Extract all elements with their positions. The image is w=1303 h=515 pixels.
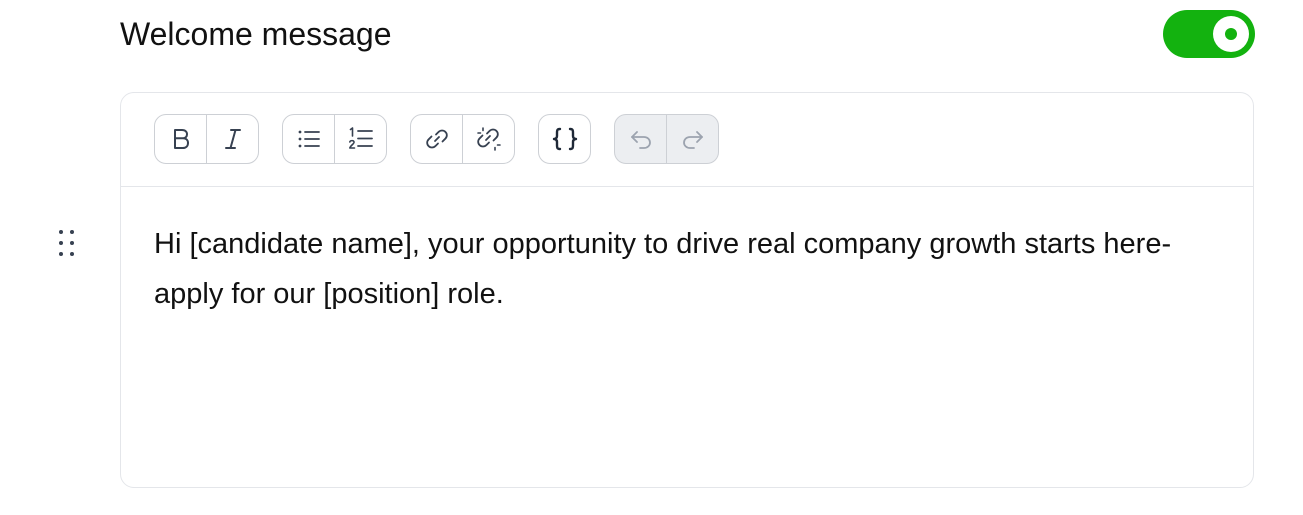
rich-text-editor: Hi [candidate name], your opportunity to…: [120, 92, 1254, 488]
bold-button[interactable]: [155, 115, 206, 163]
variable-group: [538, 114, 591, 164]
welcome-message-toggle[interactable]: [1163, 10, 1255, 58]
history-group: [614, 114, 719, 164]
editor-content[interactable]: Hi [candidate name], your opportunity to…: [154, 219, 1214, 319]
bullet-list-icon: [298, 130, 320, 148]
bold-icon: [173, 129, 189, 149]
link-icon: [425, 129, 448, 149]
text-format-group: [154, 114, 259, 164]
link-button[interactable]: [411, 115, 462, 163]
redo-icon: [682, 131, 703, 149]
curly-braces-icon: [552, 127, 577, 151]
numbered-list-icon: [348, 127, 373, 149]
unlink-icon: [476, 127, 501, 151]
unlink-button[interactable]: [462, 115, 514, 163]
numbered-list-button[interactable]: [334, 115, 386, 163]
bullet-list-button[interactable]: [283, 115, 334, 163]
toggle-knob: [1213, 16, 1249, 52]
italic-icon: [224, 129, 241, 149]
redo-button[interactable]: [666, 115, 718, 163]
undo-button[interactable]: [615, 115, 666, 163]
list-group: [282, 114, 387, 164]
undo-icon: [630, 131, 651, 149]
section-title: Welcome message: [120, 16, 392, 52]
editor-toolbar: [121, 93, 1253, 187]
drag-handle-icon[interactable]: [56, 229, 78, 257]
link-group: [410, 114, 515, 164]
italic-button[interactable]: [206, 115, 258, 163]
toggle-dot: [1225, 28, 1237, 40]
insert-variable-button[interactable]: [539, 115, 590, 163]
